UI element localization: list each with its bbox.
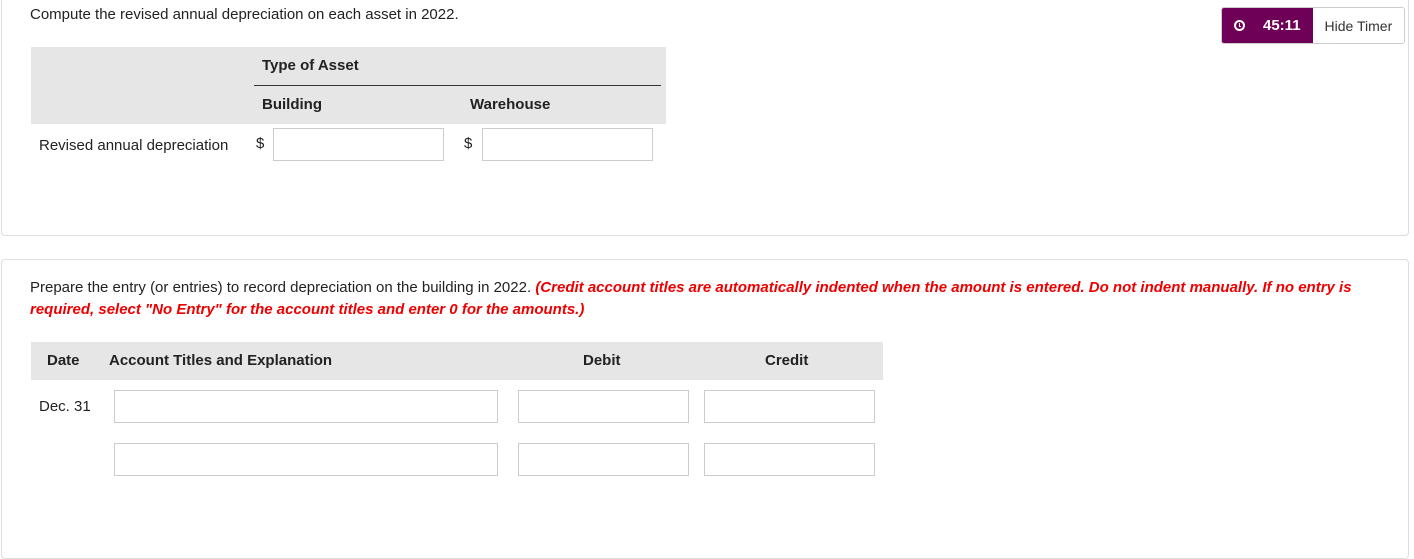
timer-time: 45:11 (1263, 17, 1301, 34)
account-header: Account Titles and Explanation (109, 352, 333, 369)
hide-timer-button[interactable]: Hide Timer (1312, 8, 1405, 43)
instruction-text: Prepare the entry (or entries) to record… (30, 279, 532, 296)
row-date: Dec. 31 (39, 398, 91, 415)
timer: 45:11 Hide Timer (1221, 7, 1406, 44)
warehouse-depreciation-input[interactable] (482, 128, 653, 161)
clock-icon (1234, 20, 1245, 31)
type-of-asset-header: Type of Asset (262, 57, 359, 74)
building-depreciation-input[interactable] (273, 128, 444, 161)
debit-input[interactable] (518, 443, 689, 476)
currency-symbol: $ (464, 135, 473, 152)
row-label: Revised annual depreciation (39, 137, 229, 154)
date-header: Date (47, 352, 80, 369)
credit-input[interactable] (704, 443, 875, 476)
debit-input[interactable] (518, 390, 689, 423)
account-input[interactable] (114, 390, 498, 423)
part1-instruction: Compute the revised annual depreciation … (30, 6, 459, 23)
header-divider (254, 85, 661, 86)
account-input[interactable] (114, 443, 498, 476)
part2-instruction: Prepare the entry (or entries) to record… (30, 277, 1370, 321)
currency-symbol: $ (256, 135, 265, 152)
credit-header: Credit (765, 352, 809, 369)
debit-header: Debit (583, 352, 621, 369)
warehouse-header: Warehouse (470, 96, 551, 113)
timer-display: 45:11 (1222, 8, 1313, 43)
building-header: Building (262, 96, 322, 113)
credit-input[interactable] (704, 390, 875, 423)
